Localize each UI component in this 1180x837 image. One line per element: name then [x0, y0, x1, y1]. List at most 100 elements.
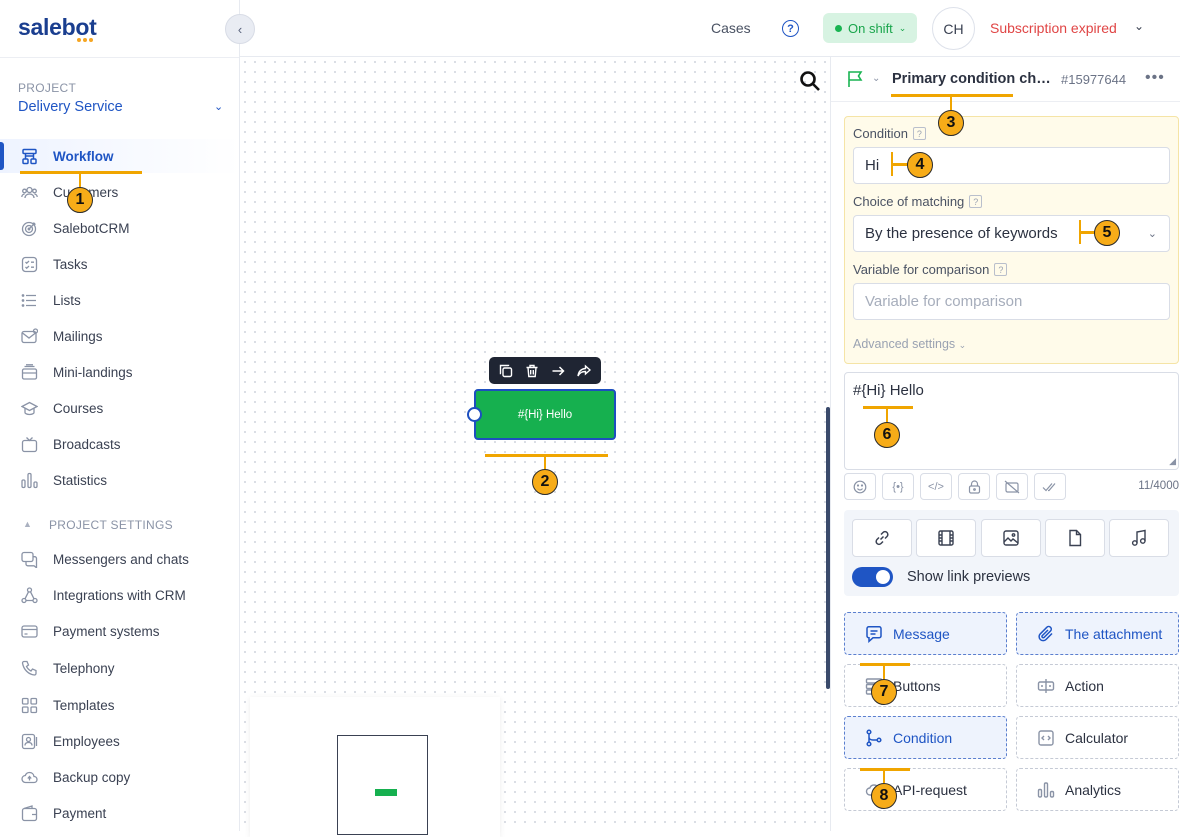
sidebar-item-lists[interactable]: Lists	[0, 283, 239, 317]
calculator-block-button[interactable]: Calculator	[1016, 716, 1179, 759]
help-icon[interactable]: ?	[912, 127, 926, 140]
node-input-port[interactable]	[467, 407, 482, 422]
sidebar-item-messengers[interactable]: Messengers and chats	[0, 542, 239, 576]
chevron-down-icon[interactable]: ⌄	[1134, 19, 1144, 33]
label-text: Condition	[853, 126, 908, 141]
caret-up-icon[interactable]: ▲	[23, 519, 32, 529]
sidebar-item-label: Messengers and chats	[53, 551, 189, 567]
annotation-underline	[20, 171, 142, 174]
project-selector[interactable]: Delivery Service	[18, 99, 123, 115]
tv-icon	[20, 435, 38, 453]
sidebar-item-label: Telephony	[53, 660, 115, 676]
code-icon[interactable]: </>	[920, 473, 952, 500]
audio-button[interactable]	[1109, 519, 1169, 557]
help-icon[interactable]: ?	[969, 195, 983, 208]
file-button[interactable]	[1045, 519, 1105, 557]
matching-select[interactable]: By the presence of keywords ⌄	[853, 215, 1170, 252]
flag-icon[interactable]	[847, 70, 864, 93]
link-button[interactable]	[852, 519, 912, 557]
link-previews-toggle[interactable]	[852, 567, 893, 587]
annotation-underline	[485, 454, 608, 457]
chevron-down-icon[interactable]: ⌄	[214, 100, 223, 113]
message-block-button[interactable]: Message	[844, 612, 1007, 655]
subscription-status[interactable]: Subscription expired	[990, 20, 1117, 36]
share-icon[interactable]	[574, 361, 594, 381]
wallet-icon	[20, 804, 38, 822]
message-text: #{Hi} Hello	[853, 382, 924, 399]
sidebar-item-templates[interactable]: Templates	[0, 688, 239, 722]
users-icon	[20, 183, 38, 201]
no-preview-icon[interactable]	[996, 473, 1028, 500]
analytics-block-button[interactable]: Analytics	[1016, 768, 1179, 811]
chevron-down-icon: ⌄	[898, 22, 907, 33]
block-label: Calculator	[1065, 729, 1129, 746]
sidebar-item-customers[interactable]: Customers	[0, 175, 239, 209]
advanced-settings-toggle[interactable]: Advanced settings ⌄	[853, 337, 966, 351]
sidebar-item-label: Broadcasts	[53, 436, 121, 452]
minimap-viewport[interactable]	[337, 735, 428, 835]
block-label: API-request	[893, 781, 967, 798]
variable-input[interactable]: Variable for comparison	[853, 283, 1170, 320]
sidebar-item-broadcasts[interactable]: Broadcasts	[0, 427, 239, 461]
sidebar-item-salebotcrm[interactable]: SalebotCRM	[0, 211, 239, 245]
attachment-block-button[interactable]: The attachment	[1016, 612, 1179, 655]
help-icon[interactable]: ?	[782, 20, 799, 37]
sidebar-item-tasks[interactable]: Tasks	[0, 247, 239, 281]
salebot-logo[interactable]: salebot	[18, 14, 97, 41]
tasks-icon	[20, 255, 38, 273]
image-button[interactable]	[981, 519, 1041, 557]
sidebar-item-mailings[interactable]: Mailings	[0, 319, 239, 353]
sidebar-item-integrations[interactable]: Integrations with CRM	[0, 578, 239, 612]
sidebar-item-workflow[interactable]: Workflow	[0, 139, 239, 173]
sidebar-item-mini-landings[interactable]: Mini-landings	[0, 355, 239, 389]
sidebar-item-courses[interactable]: Courses	[0, 391, 239, 425]
video-button[interactable]	[916, 519, 976, 557]
avatar[interactable]: CH	[932, 7, 975, 50]
on-shift-button[interactable]: On shift ⌄	[823, 13, 917, 43]
sidebar-item-telephony[interactable]: Telephony	[0, 651, 239, 685]
api-request-block-button[interactable]: API-request	[844, 768, 1007, 811]
smile-icon[interactable]	[844, 473, 876, 500]
sidebar-item-payment[interactable]: Payment	[0, 796, 239, 830]
chevron-down-icon[interactable]: ⌄	[872, 73, 880, 84]
project-settings-label[interactable]: PROJECT SETTINGS	[49, 518, 173, 532]
arrow-right-icon[interactable]	[548, 361, 568, 381]
trash-icon[interactable]	[522, 361, 542, 381]
condition-block-button[interactable]: Condition	[844, 716, 1007, 759]
select-value: By the presence of keywords	[865, 225, 1058, 242]
block-label: Message	[893, 625, 950, 642]
block-title[interactable]: Primary condition che...	[892, 71, 1054, 87]
calculator-icon	[1035, 727, 1057, 749]
sidebar-item-payment-systems[interactable]: Payment systems	[0, 614, 239, 648]
employees-icon	[20, 732, 38, 750]
workflow-canvas[interactable]: #{Hi} Hello	[240, 57, 830, 837]
collapse-sidebar-button[interactable]: ‹	[225, 14, 255, 44]
annotation-stem	[79, 173, 81, 187]
help-icon[interactable]: ?	[994, 263, 1008, 276]
more-icon[interactable]: •••	[1145, 69, 1165, 87]
message-textarea[interactable]: #{Hi} Hello ◢	[844, 372, 1179, 470]
action-block-button[interactable]: Action	[1016, 664, 1179, 707]
sidebar-item-employees[interactable]: Employees	[0, 724, 239, 758]
credit-card-icon	[20, 622, 38, 640]
search-icon[interactable]	[799, 70, 821, 97]
variable-icon[interactable]: {•}	[882, 473, 914, 500]
minimap[interactable]	[250, 697, 500, 837]
annotation-stem	[883, 665, 885, 679]
cases-link[interactable]: Cases	[711, 20, 751, 36]
annotation-stem	[950, 96, 952, 110]
sidebar-item-statistics[interactable]: Statistics	[0, 463, 239, 497]
resize-handle-icon[interactable]: ◢	[1169, 456, 1176, 467]
copy-icon[interactable]	[496, 361, 516, 381]
buttons-block-button[interactable]: Buttons	[844, 664, 1007, 707]
workflow-node[interactable]: #{Hi} Hello	[474, 389, 616, 440]
sidebar-item-backup[interactable]: Backup copy	[0, 760, 239, 794]
annotation-badge: 3	[938, 110, 964, 136]
annotation-stem	[883, 770, 885, 783]
input-value: Hi	[865, 157, 880, 174]
mail-icon	[20, 327, 38, 345]
annotation-badge: 1	[67, 187, 93, 213]
minimap-node	[375, 789, 397, 796]
double-check-icon[interactable]	[1034, 473, 1066, 500]
lock-icon[interactable]	[958, 473, 990, 500]
